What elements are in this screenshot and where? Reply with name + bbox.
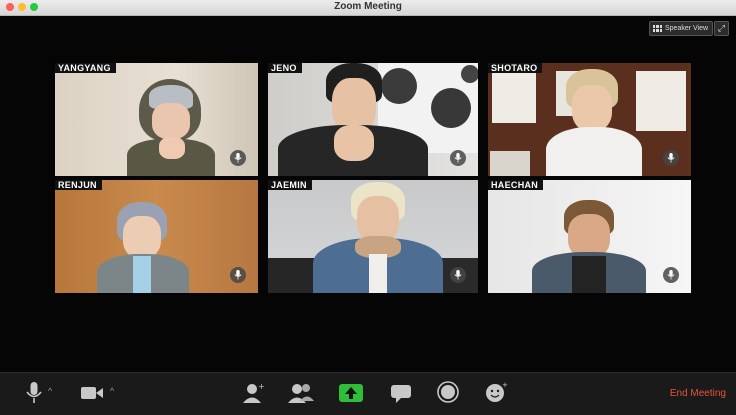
add-user-icon: +	[243, 382, 265, 403]
video-options-caret[interactable]: ^	[110, 386, 114, 396]
svg-text:+: +	[502, 381, 508, 389]
chair-background	[268, 258, 316, 293]
video-tile-renjun[interactable]: RENJUN	[55, 180, 258, 293]
camera-icon	[81, 387, 103, 399]
share-arrow-icon	[345, 387, 357, 399]
participant-video	[532, 200, 646, 293]
video-tile-jeno[interactable]: JENO	[268, 63, 478, 176]
mic-icon	[230, 150, 246, 166]
chat-button[interactable]	[390, 384, 412, 404]
mic-icon	[450, 267, 466, 283]
wall-decoration	[431, 88, 471, 128]
chat-bubble-icon	[391, 385, 411, 403]
mic-icon	[663, 267, 679, 283]
reactions-button[interactable]: +	[484, 381, 508, 403]
participants-icon	[288, 384, 314, 403]
participant-name: SHOTARO	[488, 63, 543, 73]
mute-button[interactable]	[24, 381, 44, 407]
record-button[interactable]	[437, 381, 459, 403]
share-screen-button[interactable]	[339, 384, 363, 402]
mic-icon	[230, 267, 246, 283]
window-background	[490, 151, 530, 176]
wall-decoration	[461, 65, 478, 83]
participant-name: JAEMIN	[268, 180, 312, 190]
participant-video	[127, 79, 215, 176]
invite-button[interactable]: +	[243, 382, 265, 406]
video-tile-haechan[interactable]: HAECHAN	[488, 180, 691, 293]
gallery-grid-icon	[653, 25, 662, 32]
window-title: Zoom Meeting	[334, 1, 402, 12]
svg-text:+: +	[258, 382, 265, 391]
participant-video	[313, 182, 443, 293]
participant-name: HAECHAN	[488, 180, 544, 190]
meeting-toolbar: ^ ^ + + End Meeting	[0, 372, 736, 415]
participant-name: JENO	[268, 63, 302, 73]
participant-video	[93, 202, 193, 293]
chevron-up-icon: ^	[110, 386, 115, 396]
participants-button[interactable]	[288, 382, 314, 406]
participant-name: YANGYANG	[55, 63, 116, 73]
participant-video	[278, 63, 428, 176]
audio-options-caret[interactable]: ^	[48, 386, 52, 396]
mic-icon	[450, 150, 466, 166]
speaker-view-label: Speaker View	[665, 25, 709, 32]
chevron-up-icon: ^	[48, 386, 53, 396]
mic-icon	[663, 150, 679, 166]
expand-icon: ⤢	[717, 23, 726, 33]
window-background	[492, 73, 536, 123]
participant-name: RENJUN	[55, 180, 102, 190]
participant-video	[542, 69, 642, 176]
microphone-icon	[26, 382, 42, 403]
speaker-view-button[interactable]: Speaker View	[649, 21, 714, 36]
video-tile-shotaro[interactable]: SHOTARO	[488, 63, 691, 176]
video-button[interactable]	[80, 385, 104, 403]
video-tile-jaemin[interactable]: JAEMIN	[268, 180, 478, 293]
emoji-icon: +	[486, 381, 508, 402]
end-meeting-button[interactable]: End Meeting	[670, 388, 726, 399]
fullscreen-button[interactable]: ⤢	[714, 21, 729, 36]
window-titlebar: Zoom Meeting	[0, 0, 736, 16]
window-background	[636, 71, 686, 131]
video-tile-yangyang[interactable]: YANGYANG	[55, 63, 258, 176]
record-icon	[437, 381, 459, 403]
